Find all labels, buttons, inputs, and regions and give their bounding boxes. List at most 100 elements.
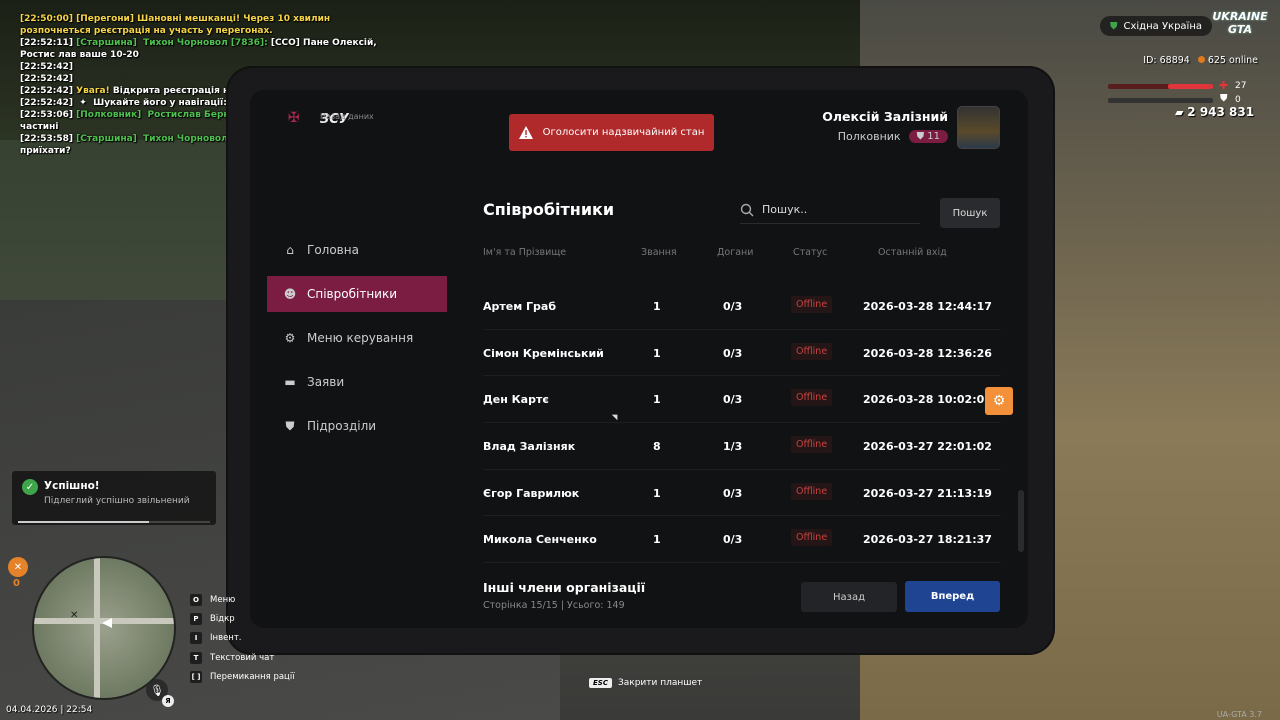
column-header-name: Ім'я та Прізвище <box>483 247 567 258</box>
user-name: Олексій Залізний <box>822 109 948 124</box>
page-title: Співробітники <box>483 200 615 219</box>
player-info: ID: 68894 625 online <box>1143 55 1258 66</box>
other-members-title: Інші члени організації <box>483 580 646 595</box>
chat-segment: [22:52:42] <box>20 62 73 72</box>
brand-subtitle: Назад даних <box>320 112 374 121</box>
key-cap: O <box>190 593 202 606</box>
keybind-label: Перемикання рації <box>210 671 295 682</box>
table-row[interactable]: Сімон Кремінський 1 0/3 Offline 2026-03-28 1… <box>483 330 1001 377</box>
sidebar-item-label: Меню керування <box>307 331 414 345</box>
column-header-rank: Звання <box>641 247 677 258</box>
scrollbar-thumb[interactable] <box>1018 490 1024 552</box>
employee-name: Єгор Гаврилюк <box>483 486 580 500</box>
search-button[interactable]: Пошук <box>940 198 1000 228</box>
row-settings-button[interactable]: ⚙ <box>985 387 1013 415</box>
employee-last-login: 2026-03-27 18:21:37 <box>863 533 992 547</box>
shield-icon: ⛊ <box>1110 20 1118 32</box>
employee-status: Offline <box>791 296 833 313</box>
employee-status: Offline <box>791 482 833 500</box>
date-time: 04.04.2026 | 22:54 <box>6 705 93 715</box>
user-info: Олексій Залізний Полковник ⛊ 11 <box>822 109 948 143</box>
employee-last-login: 2026-03-27 22:01:02 <box>863 440 992 454</box>
search-icon <box>740 203 754 216</box>
table-row[interactable]: Микола Сенченко 1 0/3 Offline 2026-03-27 18:… <box>483 516 1001 564</box>
employee-name: Ден Картє <box>483 393 549 407</box>
user-level-badge: ⛊ 11 <box>908 130 948 143</box>
money-display: ▰ 2 943 831 <box>1175 105 1254 119</box>
tablet: ✠ ЗСУ Назад даних Оголосити надзвичайний… <box>228 68 1053 653</box>
employee-warnings: 0/3 <box>723 533 743 547</box>
employee-warnings: 0/3 <box>723 486 743 500</box>
shield-icon: ⛊ <box>285 418 295 433</box>
next-button[interactable]: Вперед <box>905 581 1000 612</box>
search-input[interactable] <box>762 203 912 216</box>
language-indicator: Я <box>162 695 174 707</box>
keybind-label: Відкр <box>210 613 235 624</box>
back-button[interactable]: Назад <box>801 582 897 612</box>
chat-segment: [22:52:42] <box>20 74 73 84</box>
table-row[interactable]: Ден Картє 1 0/3 Offline 2026-03-28 10:02:03 <box>483 376 1001 424</box>
chat-line: [22:52:11] [Старшина] Тихон Чорновол [78… <box>20 37 390 61</box>
sidebar-item-label: Співробітники <box>307 287 398 301</box>
key-cap: T <box>190 651 202 664</box>
employee-rank: 1 <box>653 393 661 407</box>
employee-status: Offline <box>791 389 833 407</box>
game-logo: UKRAINE GTA <box>1212 10 1268 36</box>
gear-icon: ⚙ <box>992 393 1006 409</box>
employee-status: Offline <box>791 436 833 454</box>
column-header-warnings: Догани <box>717 247 754 258</box>
chat-segment: [22:52:42] ✦ Шукайте його у навігації: <box>20 98 230 108</box>
armor-icon: ⛊ <box>1220 93 1228 104</box>
notification-progress-fill <box>18 521 149 523</box>
key-cap: [ ] <box>190 670 202 683</box>
player-id: ID: 68894 <box>1143 55 1190 66</box>
sidebar-item-4[interactable]: ⛊ Підрозділи <box>267 408 447 444</box>
table-row[interactable]: Артем Граб 1 0/3 Offline 2026-03-28 12:44:17 <box>483 283 1001 330</box>
tools-count: 0 <box>13 578 20 589</box>
employee-warnings: 1/3 <box>723 440 743 454</box>
column-header-status: Статус <box>793 247 828 258</box>
brand-emblem-icon: ✠ <box>288 110 300 126</box>
badge-icon: ⛊ <box>916 131 928 142</box>
sidebar-item-1[interactable]: ☻ Співробітники <box>267 276 447 312</box>
player-arrow-icon <box>102 618 112 628</box>
esc-key: ESC <box>589 678 612 688</box>
chat-segment: [22:50:00] [Перегони] Шановні мешканці! … <box>20 14 334 36</box>
keybind-hint: T Текстовий чат <box>190 648 295 667</box>
tablet-screen: ✠ ЗСУ Назад даних Оголосити надзвичайний… <box>250 90 1028 628</box>
table-row[interactable]: Єгор Гаврилюк 1 0/3 Offline 2026-03-27 21:13… <box>483 470 1001 517</box>
armor-bar-track <box>1108 98 1213 103</box>
sidebar-item-3[interactable]: ▬ Заяви <box>267 364 447 400</box>
employee-name: Артем Граб <box>483 300 557 313</box>
chat-line: [22:50:00] [Перегони] Шановні мешканці! … <box>20 13 390 37</box>
employees-table: Артем Граб 1 0/3 Offline 2026-03-28 12:44:17… <box>483 283 1001 564</box>
search-box <box>740 196 920 224</box>
online-count: 625 online <box>1197 55 1258 66</box>
avatar[interactable] <box>957 106 1000 149</box>
chat-segment: [22:53:06] <box>20 110 77 120</box>
pagination-info: Сторінка 15/15 | Усього: 149 <box>483 600 625 611</box>
employee-status: Offline <box>791 342 833 360</box>
sidebar-item-0[interactable]: ⌂ Головна <box>267 232 447 268</box>
keybind-label: Текстовий чат <box>210 652 275 663</box>
sidebar-item-2[interactable]: ⚙ Меню керування <box>267 320 447 356</box>
table-row[interactable]: Влад Залізняк 8 1/3 Offline 2026-03-27 22:01… <box>483 423 1001 470</box>
home-icon: ⌂ <box>286 243 294 257</box>
employee-rank: 8 <box>653 440 661 454</box>
chat-segment: [Старшина] Тихон Чорновол [7836]: <box>76 38 271 48</box>
keybind-hint: O Меню <box>190 590 295 609</box>
folder-icon: ▬ <box>284 375 296 389</box>
money-icon: ▰ <box>1175 106 1188 119</box>
chat-segment: [22:52:11] <box>20 38 77 48</box>
employee-warnings: 0/3 <box>723 346 743 360</box>
close-tablet-hint: ESC Закрити планшет <box>589 678 702 688</box>
employee-rank: 1 <box>653 300 661 313</box>
employee-last-login: 2026-03-28 10:02:03 <box>863 393 992 407</box>
warning-icon <box>518 126 533 139</box>
notification-progress <box>18 521 210 523</box>
declare-emergency-button[interactable]: Оголосити надзвичайний стан <box>509 114 714 151</box>
employee-name: Сімон Кремінський <box>483 346 604 360</box>
close-tablet-label: Закрити планшет <box>617 678 703 688</box>
chat-segment: Увага! <box>76 86 113 96</box>
key-cap: P <box>190 612 202 625</box>
